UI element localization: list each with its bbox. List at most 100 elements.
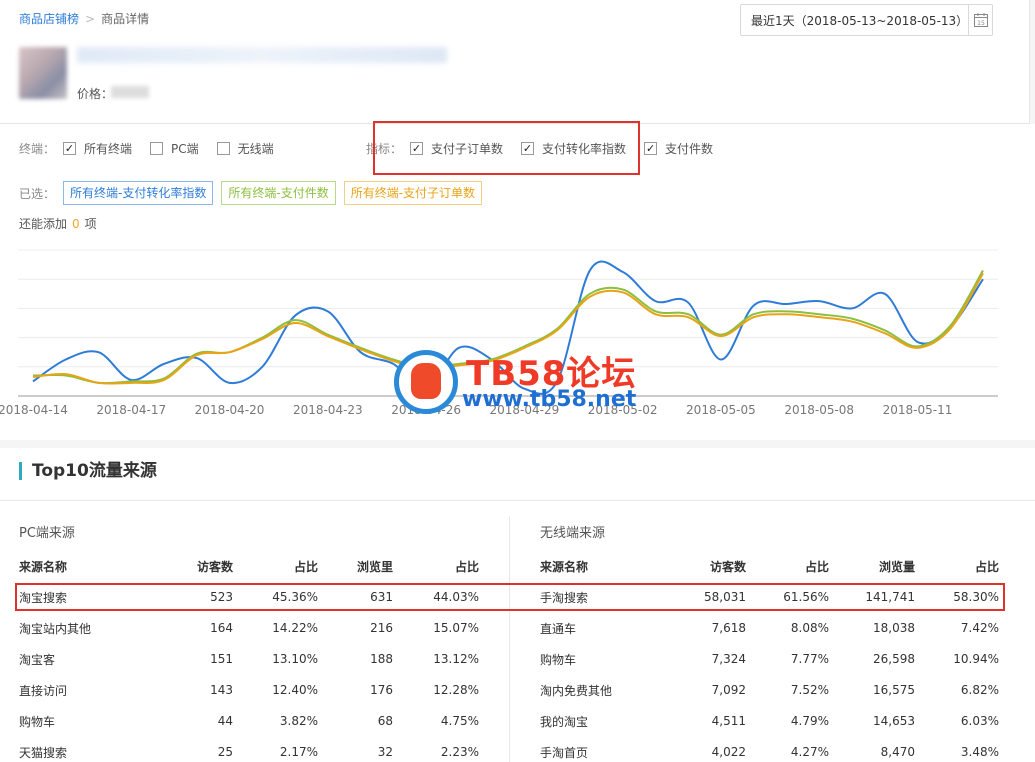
source-name: 淘宝客	[19, 652, 56, 667]
source-value: 4.75%	[440, 714, 479, 728]
add-more-hint: 还能添加 0 项	[19, 215, 97, 232]
terminal-label: 终端：	[19, 142, 56, 156]
source-value: 16,575	[873, 683, 915, 697]
x-tick-label: 2018-04-14	[0, 403, 68, 417]
selected-tag-items-paid[interactable]: 所有终端-支付件数	[221, 181, 336, 205]
source-name: 淘内免费其他	[540, 683, 613, 698]
table-row[interactable]: 淘宝客 151 13.10% 188 13.12%	[19, 649, 479, 669]
checkbox-unchecked-icon[interactable]	[150, 142, 164, 155]
terminal-option-label: 所有终端	[84, 142, 133, 156]
date-range-value: 最近1天（2018-05-13~2018-05-13）	[751, 13, 969, 28]
column-header[interactable]: 浏览量	[829, 558, 915, 575]
table-header: 来源名称 访客数 占比 浏览量 占比	[540, 556, 999, 576]
x-tick-label: 2018-05-05	[686, 403, 756, 417]
source-value: 164	[210, 621, 233, 635]
column-header[interactable]: 占比	[233, 558, 318, 575]
checkbox-unchecked-icon[interactable]	[216, 142, 230, 155]
source-value: 3.48%	[960, 745, 999, 759]
calendar-icon[interactable]: 15	[968, 5, 992, 35]
selected-tag-conversion-index[interactable]: 所有终端-支付转化率指数	[63, 181, 214, 205]
source-value: 6.82%	[960, 683, 999, 697]
selected-tag-sub-orders[interactable]: 所有终端-支付子订单数	[343, 181, 483, 205]
source-value: 25	[217, 745, 233, 759]
terminal-option-pc[interactable]: PC端	[150, 140, 199, 157]
source-name: 天猫搜索	[19, 745, 68, 760]
svg-text:15: 15	[977, 20, 985, 27]
source-value: 7,618	[711, 621, 746, 635]
watermark-url: www.tb58.net	[462, 387, 637, 412]
terminal-option-all[interactable]: ✓ 所有终端	[63, 140, 132, 157]
checkbox-checked-icon[interactable]: ✓	[63, 142, 77, 155]
price-value-redacted	[111, 86, 149, 98]
source-value: 12.28%	[433, 683, 479, 697]
pc-source-panel: PC端来源 来源名称 访客数 占比 浏览里 占比 淘宝搜索 523 45.36% 631 44.0…	[19, 522, 479, 760]
column-header[interactable]: 访客数	[650, 558, 746, 575]
source-value: 8,470	[880, 745, 915, 759]
source-value: 4.27%	[790, 745, 829, 759]
source-value: 6.03%	[960, 714, 999, 728]
x-tick-label: 2018-04-20	[195, 403, 265, 417]
column-header[interactable]: 浏览里	[318, 558, 393, 575]
source-value: 7,092	[711, 683, 746, 697]
pc-source-title: PC端来源	[19, 526, 75, 541]
metric-option-label: 支付件数	[665, 142, 714, 156]
breadcrumb: 商品店铺榜 > 商品详情	[19, 10, 149, 27]
selected-label: 已选：	[19, 186, 56, 201]
add-more-count: 0	[72, 216, 80, 231]
source-value: 18,038	[873, 621, 915, 635]
column-divider	[509, 516, 510, 762]
column-header[interactable]: 占比	[915, 558, 999, 575]
source-value: 7.42%	[960, 621, 999, 635]
table-row[interactable]: 购物车 44 3.82% 68 4.75%	[19, 711, 479, 731]
table-row[interactable]: 直通车 7,618 8.08% 18,038 7.42%	[540, 618, 999, 638]
source-value: 68	[377, 714, 393, 728]
selected-tags-row: 已选： 所有终端-支付转化率指数 所有终端-支付件数 所有终端-支付子订单数	[19, 181, 490, 205]
table-row[interactable]: 购物车 7,324 7.77% 26,598 10.94%	[540, 649, 999, 669]
metric-option-items-paid[interactable]: ✓ 支付件数	[644, 140, 713, 157]
source-name: 购物车	[540, 652, 577, 667]
source-name: 我的淘宝	[540, 714, 589, 729]
source-value: 32	[377, 745, 393, 759]
add-more-prefix: 还能添加	[19, 217, 68, 231]
source-value: 216	[370, 621, 393, 635]
product-image[interactable]	[19, 47, 67, 99]
column-header[interactable]: 来源名称	[540, 558, 650, 575]
source-value: 4,511	[711, 714, 746, 728]
table-row[interactable]: 淘宝站内其他 164 14.22% 216 15.07%	[19, 618, 479, 638]
source-value: 143	[210, 683, 233, 697]
source-value: 12.40%	[272, 683, 318, 697]
source-name: 直接访问	[19, 683, 68, 698]
source-value: 13.10%	[272, 652, 318, 666]
source-value: 44	[217, 714, 233, 728]
column-header[interactable]: 来源名称	[19, 558, 139, 575]
source-value: 14.22%	[272, 621, 318, 635]
source-value: 7.52%	[790, 683, 829, 697]
add-more-suffix: 项	[84, 217, 97, 231]
table-row[interactable]: 我的淘宝 4,511 4.79% 14,653 6.03%	[540, 711, 999, 731]
terminal-filter-row: 终端： ✓ 所有终端 PC端 无线端	[19, 140, 292, 157]
table-row[interactable]: 手淘首页 4,022 4.27% 8,470 3.48%	[540, 742, 999, 762]
source-value: 13.12%	[433, 652, 479, 666]
x-tick-label: 2018-04-23	[293, 403, 363, 417]
table-row[interactable]: 直接访问 143 12.40% 176 12.28%	[19, 680, 479, 700]
source-value: 14,653	[873, 714, 915, 728]
section-divider	[0, 500, 1035, 501]
column-header[interactable]: 占比	[393, 558, 479, 575]
breadcrumb-shop-rank-link[interactable]: 商品店铺榜	[19, 12, 79, 26]
table-row[interactable]: 淘内免费其他 7,092 7.52% 16,575 6.82%	[540, 680, 999, 700]
mobile-source-panel: 无线端来源 来源名称 访客数 占比 浏览量 占比 手淘搜索 58,031 61.56% 141,…	[540, 522, 999, 760]
source-value: 26,598	[873, 652, 915, 666]
table-row[interactable]: 天猫搜索 25 2.17% 32 2.23%	[19, 742, 479, 762]
date-range-picker[interactable]: 最近1天（2018-05-13~2018-05-13） 15	[740, 4, 993, 36]
checkbox-checked-icon[interactable]: ✓	[644, 142, 658, 155]
terminal-option-mobile[interactable]: 无线端	[216, 140, 274, 157]
price-label: 价格：	[77, 87, 114, 101]
source-value: 10.94%	[953, 652, 999, 666]
source-value: 188	[370, 652, 393, 666]
source-value: 4,022	[711, 745, 746, 759]
column-header[interactable]: 访客数	[139, 558, 233, 575]
source-value: 3.82%	[279, 714, 318, 728]
product-name-redacted	[77, 47, 447, 63]
column-header[interactable]: 占比	[746, 558, 829, 575]
source-name: 购物车	[19, 714, 56, 729]
